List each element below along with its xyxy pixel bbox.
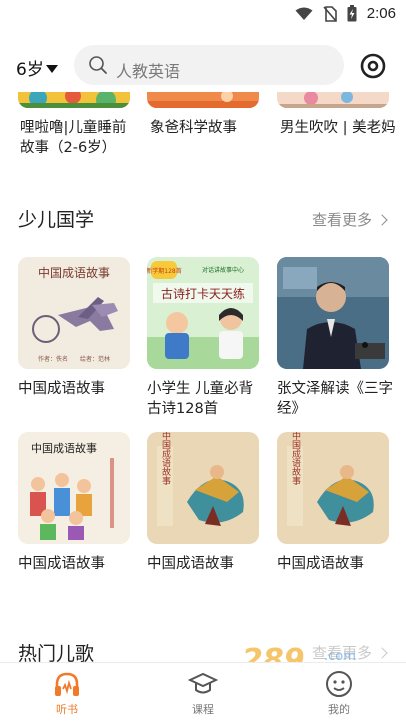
cover-title: 中国成语故事 <box>160 432 171 485</box>
scan-icon[interactable] <box>360 53 386 79</box>
course-title: 小学生 儿童必背古诗128首 <box>147 381 254 417</box>
caret-down-icon <box>45 64 58 73</box>
status-icons: 2:06 <box>295 5 396 22</box>
course-cover: 中国成语故事 作者：佚名 绘者：范林 <box>18 257 130 369</box>
nav-tab-listen[interactable]: 听书 <box>32 669 102 717</box>
top-row-cover-1[interactable] <box>18 92 130 108</box>
more-link-label: 查看更多 <box>311 211 372 229</box>
top-row-title-3[interactable]: 男生吹吹 | 美老妈 <box>280 118 396 138</box>
top-header: 6岁 人教英语 <box>0 40 406 92</box>
section-title-guoxue: 少儿国学 <box>18 209 95 231</box>
course-cover <box>277 257 389 369</box>
course-card[interactable]: 中国成语故事 作者：佚名 绘者：范林 中国成语故事 <box>18 257 130 399</box>
top-row-cover-3[interactable] <box>277 92 389 108</box>
course-title: 中国成语故事 <box>18 381 105 397</box>
age-selector[interactable]: 6岁 <box>16 55 58 80</box>
course-title: 中国成语故事 <box>147 556 234 572</box>
cover-publisher: 对话讲故事中心 <box>202 266 244 274</box>
bottom-navigation: 听书 课程 我的 <box>0 662 406 721</box>
graduation-cap-icon <box>188 672 218 694</box>
course-cover: 中国成语故事 <box>147 432 259 544</box>
course-cover: 中国成语故事 <box>277 432 389 544</box>
course-cover: 中国成语故事 <box>18 432 130 544</box>
course-title: 中国成语故事 <box>277 556 364 572</box>
search-bar[interactable]: 人教英语 <box>74 45 344 85</box>
course-card[interactable]: 新学期128首 对话讲故事中心 古诗打卡天天练 小学生 儿童必背古诗128首 <box>147 257 259 419</box>
cover-author: 作者：佚名 <box>38 355 68 363</box>
course-card[interactable]: 中国成语故事 中国成语故事 <box>18 432 130 574</box>
warrior-illustration: 中国成语故事 <box>147 432 259 544</box>
status-bar: 2:06 <box>0 0 406 30</box>
top-row-cover-2[interactable] <box>147 92 259 108</box>
course-title: 张文泽解读《三字经》 <box>277 381 393 417</box>
cover-badge: 新学期128首 <box>147 267 182 275</box>
course-cover: 新学期128首 对话讲故事中心 古诗打卡天天练 <box>147 257 259 369</box>
top-row-title-2[interactable]: 象爸科学故事 <box>150 118 266 138</box>
poetry-illustration: 新学期128首 对话讲故事中心 古诗打卡天天练 <box>147 257 259 369</box>
nav-label: 我的 <box>328 703 350 716</box>
chariot-illustration: 中国成语故事 作者：佚名 绘者：范林 <box>18 257 130 369</box>
age-label: 6岁 <box>16 60 44 80</box>
cover-title: 中国成语故事 <box>31 441 97 455</box>
chevron-right-icon <box>376 214 388 226</box>
course-card[interactable]: 中国成语故事 中国成语故事 <box>147 432 259 574</box>
wifi-icon <box>295 7 313 20</box>
search-icon <box>89 56 107 74</box>
smiley-profile-icon <box>326 671 352 697</box>
search-placeholder: 人教英语 <box>116 62 181 81</box>
cover-illustrator: 绘者：范林 <box>80 355 110 363</box>
more-link-guoxue[interactable]: 查看更多 <box>311 209 388 230</box>
cover-art-2 <box>147 92 259 108</box>
nav-tab-mine[interactable]: 我的 <box>304 669 374 717</box>
status-time: 2:06 <box>366 5 396 22</box>
course-card[interactable]: 张文泽解读《三字经》 <box>277 257 393 419</box>
battery-charging-icon <box>347 5 357 22</box>
figures-illustration: 中国成语故事 <box>18 432 130 544</box>
headphones-icon <box>55 672 79 696</box>
nav-tab-course[interactable]: 课程 <box>168 669 238 717</box>
cover-title: 中国成语故事 <box>290 432 301 485</box>
top-row-title-1[interactable]: 哩啦噜|儿童睡前故事（2-6岁） <box>20 118 136 158</box>
course-title: 中国成语故事 <box>18 556 105 572</box>
nav-label: 课程 <box>192 703 214 716</box>
cover-title: 古诗打卡天天练 <box>161 286 245 301</box>
no-sim-icon <box>323 5 337 22</box>
warrior-illustration: 中国成语故事 <box>277 432 389 544</box>
nav-label: 听书 <box>56 703 78 716</box>
cover-title: 中国成语故事 <box>38 265 110 280</box>
lecturer-photo <box>277 257 389 369</box>
cover-art-1 <box>18 92 130 108</box>
course-card[interactable]: 中国成语故事 中国成语故事 <box>277 432 389 574</box>
cover-art-3 <box>277 92 389 108</box>
